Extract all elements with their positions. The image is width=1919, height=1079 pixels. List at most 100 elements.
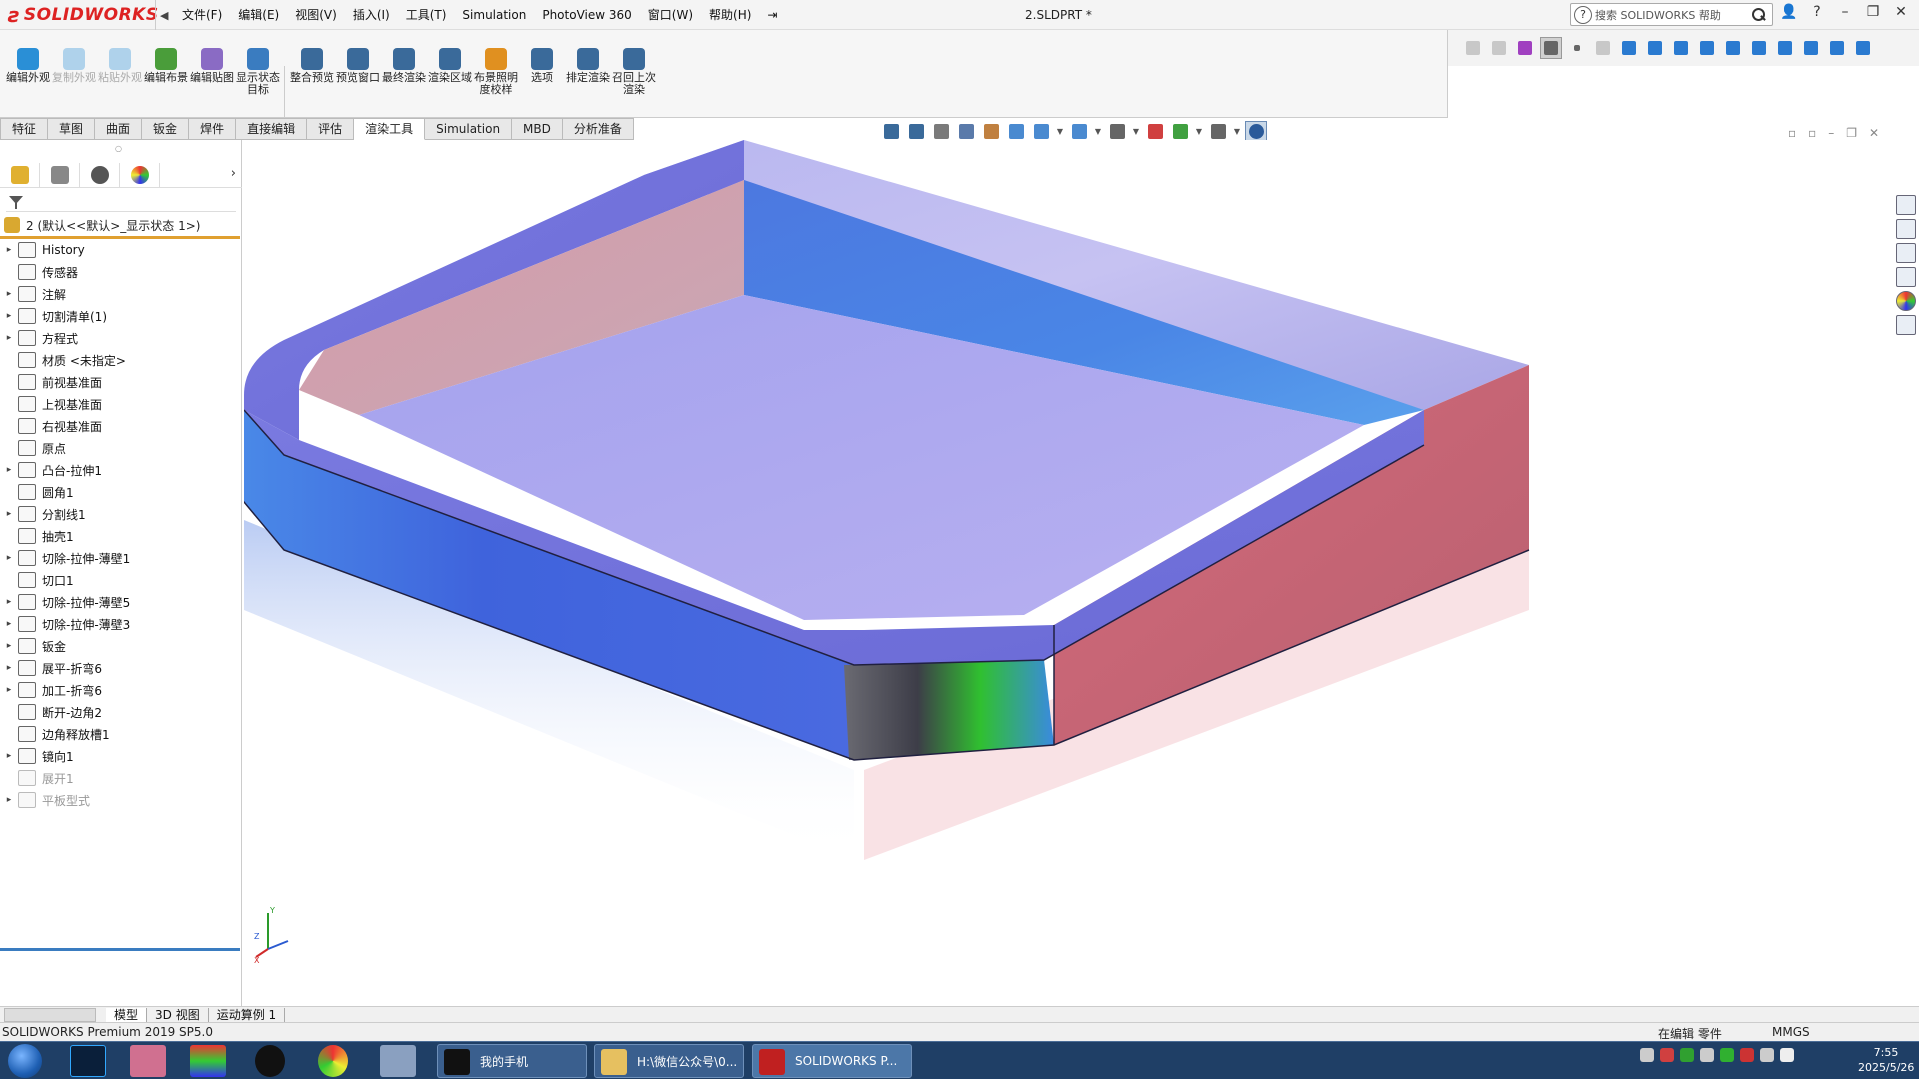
section-view-icon[interactable] [955, 121, 977, 141]
expand-arrow-icon[interactable]: ▸ [0, 245, 18, 255]
close-button[interactable]: ✕ [1892, 4, 1910, 20]
tray-app-icon[interactable] [1660, 1048, 1674, 1062]
previous-view-icon[interactable] [930, 121, 952, 141]
minimize-button[interactable]: – [1836, 4, 1854, 20]
record-icon[interactable] [255, 1045, 285, 1077]
task-my-phone[interactable]: 我的手机 [437, 1044, 587, 1078]
tree-node[interactable]: 传感器 [0, 261, 242, 283]
flag-icon[interactable] [1780, 1048, 1794, 1062]
dropdown-icon[interactable]: ▼ [1055, 127, 1065, 136]
plane-icon[interactable] [1670, 37, 1692, 59]
tree-node[interactable]: 展开1 [0, 767, 242, 789]
viewport-prev-icon[interactable]: ▫ [1788, 126, 1796, 140]
tab-motion-study[interactable]: 运动算例 1 [209, 1007, 286, 1022]
tree-node[interactable]: ▸ 方程式 [0, 327, 242, 349]
tab-9[interactable]: MBD [512, 118, 563, 140]
dropdown-icon[interactable]: ▼ [1093, 127, 1103, 136]
tab-0[interactable]: 特征 [0, 118, 49, 140]
view-palette-icon[interactable] [1895, 267, 1916, 287]
view-settings-icon[interactable] [1169, 121, 1191, 141]
apply-scene-icon[interactable] [1144, 121, 1166, 141]
edge-icon[interactable] [1748, 37, 1770, 59]
viewport-minimize-button[interactable]: – [1828, 126, 1834, 140]
viewport-restore-button[interactable]: ❐ [1846, 126, 1857, 140]
dimension-icon[interactable] [1774, 37, 1796, 59]
configuration-manager-tab[interactable] [80, 162, 120, 187]
display-style-icon[interactable] [1030, 121, 1052, 141]
menu-edit[interactable]: 编辑(E) [230, 6, 287, 24]
vertex-icon[interactable] [1800, 37, 1822, 59]
property-manager-tab[interactable] [40, 162, 80, 187]
expand-arrow-icon[interactable]: ▸ [0, 333, 18, 343]
tab-model[interactable]: 模型 [106, 1007, 148, 1022]
help-icon[interactable]: ? [1808, 4, 1826, 20]
tab-1[interactable]: 草图 [48, 118, 96, 140]
help-search-input[interactable]: 搜索 SOLIDWORKS 帮助 [1595, 7, 1750, 23]
tree-node[interactable]: 圆角1 [0, 481, 242, 503]
expand-arrow-icon[interactable]: ▸ [0, 597, 18, 607]
tree-node[interactable]: 右视基准面 [0, 415, 242, 437]
volume-icon[interactable] [1760, 1048, 1774, 1062]
tree-node[interactable]: ▸ 切割清单(1) [0, 305, 242, 327]
filter-color-icon[interactable] [1514, 37, 1536, 59]
body-icon[interactable] [1722, 37, 1744, 59]
command-button[interactable]: 粘贴外观 [98, 48, 142, 84]
menu-insert[interactable]: 插入(I) [345, 6, 398, 24]
expand-arrow-icon[interactable]: ▸ [0, 751, 18, 761]
photoshop-icon[interactable] [70, 1045, 106, 1077]
custom-properties-icon[interactable] [1895, 315, 1916, 335]
menu-collapse-icon[interactable]: ◀ [160, 9, 174, 22]
tree-node[interactable]: ▸ 凸台-拉伸1 [0, 459, 242, 481]
search-icon[interactable] [1750, 7, 1766, 23]
tab-3d-view[interactable]: 3D 视图 [147, 1007, 209, 1022]
expand-arrow-icon[interactable]: ▸ [0, 641, 18, 651]
expand-arrow-icon[interactable]: ▸ [0, 553, 18, 563]
expand-arrow-icon[interactable]: ▸ [0, 311, 18, 321]
zoom-to-area-icon[interactable] [905, 121, 927, 141]
smart-select-icon[interactable] [1592, 37, 1614, 59]
tab-2[interactable]: 曲面 [95, 118, 143, 140]
menu-simulation[interactable]: Simulation [454, 6, 534, 24]
panel-handle[interactable]: ○ [115, 144, 122, 153]
tree-node[interactable]: ▸ 切除-拉伸-薄壁5 [0, 591, 242, 613]
sketch-icon[interactable] [1826, 37, 1848, 59]
tree-node[interactable]: ▸ 钣金 [0, 635, 242, 657]
tree-node[interactable]: ▸ History [0, 239, 242, 261]
expand-arrow-icon[interactable]: ▸ [0, 795, 18, 805]
keyboard-icon[interactable] [1640, 1048, 1654, 1062]
command-button[interactable]: 选项 [520, 48, 564, 84]
expand-arrow-icon[interactable]: ▸ [0, 509, 18, 519]
tray-app-icon[interactable] [1680, 1048, 1694, 1062]
command-button[interactable]: 预览窗口 [336, 48, 380, 84]
menu-tools[interactable]: 工具(T) [398, 6, 455, 24]
command-button[interactable]: 整合预览 [290, 48, 334, 84]
select-dropdown-icon[interactable] [1566, 37, 1588, 59]
view-orientation-icon[interactable] [1005, 121, 1027, 141]
dropdown-icon[interactable]: ▼ [1131, 127, 1141, 136]
display-manager-tab[interactable] [120, 162, 160, 187]
command-button[interactable]: 排定渲染 [566, 48, 610, 84]
app-icon-pink[interactable] [130, 1045, 166, 1077]
tree-node[interactable]: 断开-边角2 [0, 701, 242, 723]
expand-arrow-icon[interactable]: ▸ [0, 289, 18, 299]
start-button[interactable] [8, 1044, 42, 1078]
command-button[interactable]: 最终渲染 [382, 48, 426, 84]
tree-node[interactable]: 前视基准面 [0, 371, 242, 393]
app-icon-pin[interactable] [380, 1045, 416, 1077]
tree-node[interactable]: 切口1 [0, 569, 242, 591]
task-solidworks[interactable]: SOLIDWORKS P... [752, 1044, 912, 1078]
tree-node[interactable]: ▸ 注解 [0, 283, 242, 305]
tree-node[interactable]: ▸ 加工-折弯6 [0, 679, 242, 701]
help-search-box[interactable]: ? 搜索 SOLIDWORKS 帮助 [1570, 3, 1773, 26]
tree-node[interactable]: 边角释放槽1 [0, 723, 242, 745]
app-icon-colorful[interactable] [190, 1045, 226, 1077]
tab-10[interactable]: 分析准备 [562, 118, 634, 140]
appearances-icon[interactable] [1895, 291, 1916, 311]
tab-6[interactable]: 评估 [307, 118, 355, 140]
command-button[interactable]: 编辑贴图 [190, 48, 234, 84]
zoom-to-fit-icon[interactable] [880, 121, 902, 141]
folder-icon[interactable] [1895, 243, 1916, 263]
pin-icon[interactable]: ⇥ [759, 6, 785, 24]
tree-node[interactable]: 抽壳1 [0, 525, 242, 547]
expand-arrow-icon[interactable]: ▸ [0, 465, 18, 475]
